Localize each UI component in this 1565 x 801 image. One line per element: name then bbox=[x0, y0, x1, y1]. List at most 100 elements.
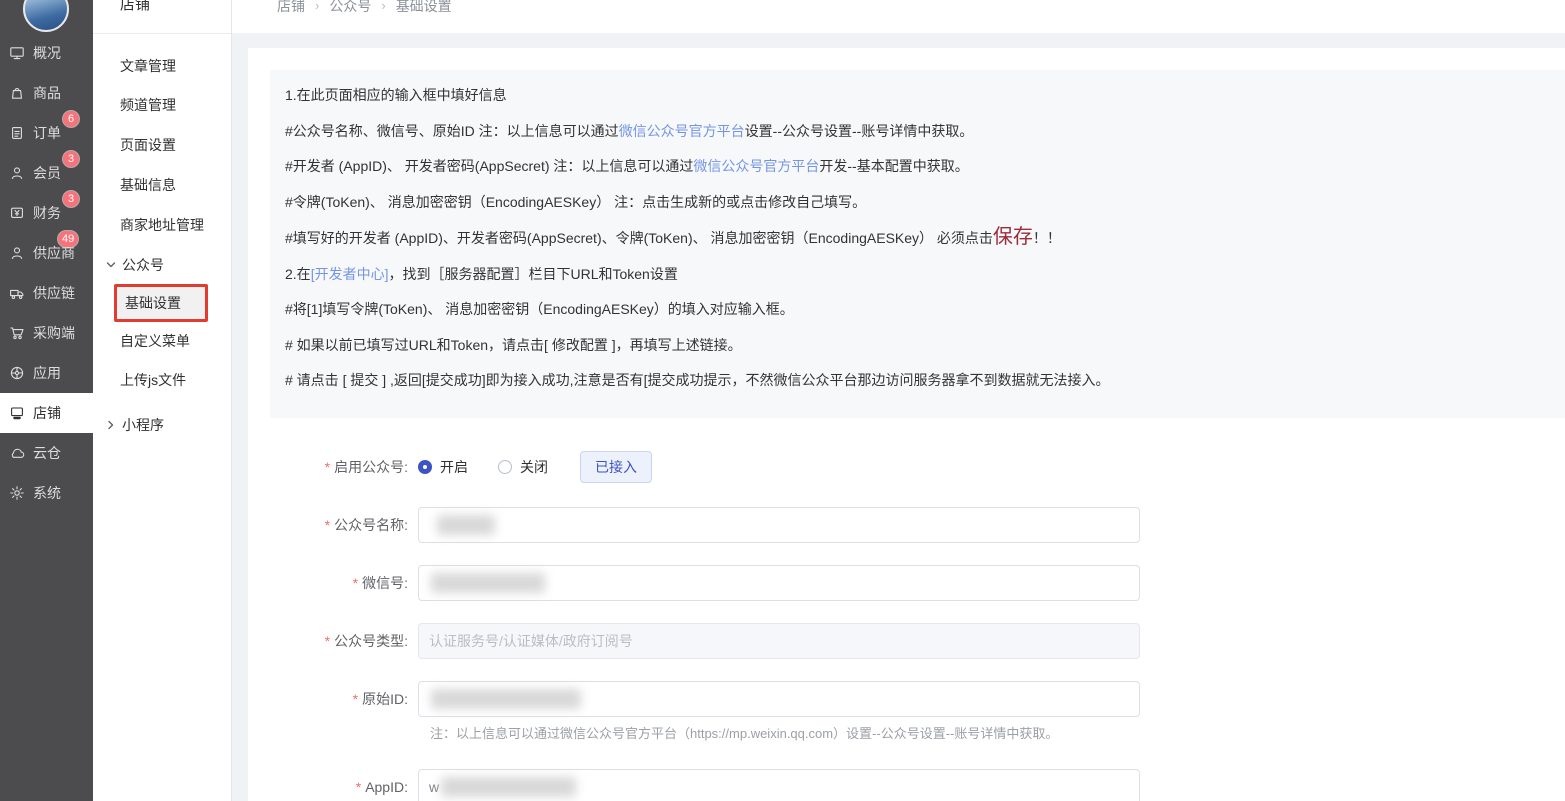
account-name-input[interactable] bbox=[418, 507, 1140, 543]
app-window: 概况 商品 订单 6 会员 3 财务 3 bbox=[0, 0, 1565, 801]
sidebar-item-label: 概况 bbox=[33, 43, 61, 63]
app-id-input[interactable]: w bbox=[418, 769, 1140, 801]
sidebar-item-store[interactable]: 店铺 bbox=[0, 393, 93, 433]
field-label: *公众号类型: bbox=[248, 631, 408, 651]
notice-line: #令牌(ToKen)、 消息加密密钥（EncodingAESKey） 注：点击生… bbox=[285, 185, 1565, 221]
notice-text: 2.在 bbox=[285, 266, 311, 282]
redacted-value bbox=[437, 515, 495, 535]
required-asterisk: * bbox=[353, 691, 358, 707]
breadcrumb-item[interactable]: 公众号 bbox=[329, 0, 371, 17]
sidebar-item-finance[interactable]: 财务 3 bbox=[0, 193, 93, 233]
field-label: *公众号名称: bbox=[248, 515, 408, 535]
required-asterisk: * bbox=[325, 459, 330, 475]
submenu-item-channel-management[interactable]: 频道管理 bbox=[93, 87, 231, 123]
radio-enable-off[interactable] bbox=[498, 460, 512, 474]
redacted-value bbox=[441, 777, 576, 797]
form-row-account-type: *公众号类型: 认证服务号/认证媒体/政府订阅号 bbox=[248, 623, 1140, 659]
submenu-item-label: 基础设置 bbox=[125, 293, 181, 313]
members-icon bbox=[9, 165, 25, 181]
procurement-cart-icon bbox=[9, 325, 25, 341]
sidebar-item-procurement[interactable]: 采购端 bbox=[0, 313, 93, 353]
radio-label[interactable]: 开启 bbox=[440, 457, 468, 477]
secondary-sidebar-title: 店铺 bbox=[120, 0, 150, 16]
chevron-right-icon bbox=[106, 420, 116, 430]
breadcrumb-separator-icon: › bbox=[315, 0, 319, 17]
supply-chain-icon bbox=[9, 285, 25, 301]
submenu-group-official-account[interactable]: 公众号 bbox=[93, 247, 231, 283]
notice-text: #将[1]填写令牌(ToKen)、 消息加密密钥（EncodingAESKey）… bbox=[285, 301, 794, 317]
submenu-group-label: 公众号 bbox=[122, 255, 164, 275]
sidebar-item-apps[interactable]: 应用 bbox=[0, 353, 93, 393]
inline-link[interactable]: 微信公众号官方平台 bbox=[619, 123, 745, 139]
submenu-item-custom-menu[interactable]: 自定义菜单 bbox=[93, 323, 231, 359]
sidebar-item-overview[interactable]: 概况 bbox=[0, 33, 93, 73]
breadcrumb-item[interactable]: 店铺 bbox=[277, 0, 305, 17]
redacted-value bbox=[431, 573, 545, 593]
inline-link[interactable]: 微信公众号官方平台 bbox=[693, 158, 819, 174]
connected-status-button[interactable]: 已接入 bbox=[580, 451, 652, 483]
secondary-sidebar: 店铺 文章管理 频道管理 页面设置 基础信息 商家地址管理 公众号 基础设置 自… bbox=[93, 0, 232, 801]
divider bbox=[93, 33, 231, 34]
original-id-input[interactable] bbox=[418, 681, 1140, 717]
submenu-item-upload-js[interactable]: 上传js文件 bbox=[93, 362, 231, 398]
submenu-item-article-management[interactable]: 文章管理 bbox=[93, 48, 231, 84]
notice-text: ！！ bbox=[1033, 230, 1061, 246]
form-row-original-id: *原始ID: bbox=[248, 681, 1140, 717]
sidebar-item-label: 供应链 bbox=[33, 283, 75, 303]
required-asterisk: * bbox=[353, 575, 358, 591]
submenu-item-label: 自定义菜单 bbox=[120, 331, 190, 351]
sidebar-item-supplier[interactable]: 供应商 49 bbox=[0, 233, 93, 273]
radio-label[interactable]: 关闭 bbox=[520, 457, 548, 477]
form-row-wechat-id: *微信号: bbox=[248, 565, 1140, 601]
system-gear-icon bbox=[9, 485, 25, 501]
orders-icon bbox=[9, 125, 25, 141]
sidebar-item-members[interactable]: 会员 3 bbox=[0, 153, 93, 193]
radio-enable-on[interactable] bbox=[418, 460, 432, 474]
wechat-id-input[interactable] bbox=[418, 565, 1140, 601]
notice-line: #填写好的开发者 (AppID)、开发者密码(AppSecret)、令牌(ToK… bbox=[285, 220, 1565, 257]
notice-text: #开发者 (AppID)、 开发者密码(AppSecret) 注：以上信息可以通… bbox=[285, 158, 693, 174]
sidebar-item-label: 云仓 bbox=[33, 443, 61, 463]
notice-text: # 如果以前已填写过URL和Token，请点击[ 修改配置 ]，再填写上述链接。 bbox=[285, 337, 742, 353]
required-asterisk: * bbox=[325, 517, 330, 533]
sidebar-item-label: 采购端 bbox=[33, 323, 75, 343]
required-asterisk: * bbox=[325, 633, 330, 649]
sidebar-item-cloud-warehouse[interactable]: 云仓 bbox=[0, 433, 93, 473]
submenu-item-basic-settings-active[interactable]: 基础设置 bbox=[114, 284, 208, 322]
submenu-group-mini-program[interactable]: 小程序 bbox=[93, 407, 231, 443]
page-content: 1.在此页面相应的输入框中填好信息 #公众号名称、微信号、原始ID 注：以上信息… bbox=[232, 33, 1565, 801]
form-row-app-id: *AppID: w bbox=[248, 769, 1140, 801]
members-count-badge: 3 bbox=[63, 151, 79, 167]
account-type-input: 认证服务号/认证媒体/政府订阅号 bbox=[418, 623, 1140, 659]
inline-link[interactable]: [开发者中心] bbox=[311, 266, 389, 282]
required-asterisk: * bbox=[356, 779, 361, 795]
breadcrumb: 店铺 › 公众号 › 基础设置 bbox=[277, 0, 452, 17]
sidebar-item-goods[interactable]: 商品 bbox=[0, 73, 93, 113]
avatar[interactable] bbox=[23, 0, 69, 32]
sidebar-item-orders[interactable]: 订单 6 bbox=[0, 113, 93, 153]
field-label: *原始ID: bbox=[248, 689, 408, 709]
notice-line: #开发者 (AppID)、 开发者密码(AppSecret) 注：以上信息可以通… bbox=[285, 149, 1565, 185]
submenu-item-label: 上传js文件 bbox=[120, 370, 186, 390]
sidebar-item-label: 商品 bbox=[33, 83, 61, 103]
notice-text: ，找到［服务器配置］栏目下URL和Token设置 bbox=[388, 266, 677, 282]
sidebar-item-system[interactable]: 系统 bbox=[0, 473, 93, 513]
submenu-item-label: 频道管理 bbox=[120, 95, 176, 115]
instructions-notice: 1.在此页面相应的输入框中填好信息 #公众号名称、微信号、原始ID 注：以上信息… bbox=[270, 70, 1565, 418]
submenu-item-merchant-address[interactable]: 商家地址管理 bbox=[93, 207, 231, 243]
notice-line: # 请点击 [ 提交 ] ,返回[提交成功]即为接入成功,注意是否有[提交成功提… bbox=[285, 363, 1565, 399]
submenu-item-basic-info[interactable]: 基础信息 bbox=[93, 167, 231, 203]
submenu-item-label: 商家地址管理 bbox=[120, 215, 204, 235]
form-row-enable: *启用公众号: 开启 关闭 已接入 bbox=[248, 452, 652, 482]
sidebar-item-label: 店铺 bbox=[33, 403, 61, 423]
sidebar-item-label: 应用 bbox=[33, 363, 61, 383]
notice-line: #公众号名称、微信号、原始ID 注：以上信息可以通过微信公众号官方平台设置--公… bbox=[285, 114, 1565, 150]
finance-icon bbox=[9, 205, 25, 221]
submenu-item-label: 基础信息 bbox=[120, 175, 176, 195]
submenu-item-page-settings[interactable]: 页面设置 bbox=[93, 127, 231, 163]
sidebar-item-label: 财务 bbox=[33, 203, 61, 223]
sidebar-item-supply-chain[interactable]: 供应链 bbox=[0, 273, 93, 313]
redacted-value bbox=[431, 689, 581, 709]
sidebar-item-label: 订单 bbox=[33, 123, 61, 143]
sidebar-item-label: 会员 bbox=[33, 163, 61, 183]
